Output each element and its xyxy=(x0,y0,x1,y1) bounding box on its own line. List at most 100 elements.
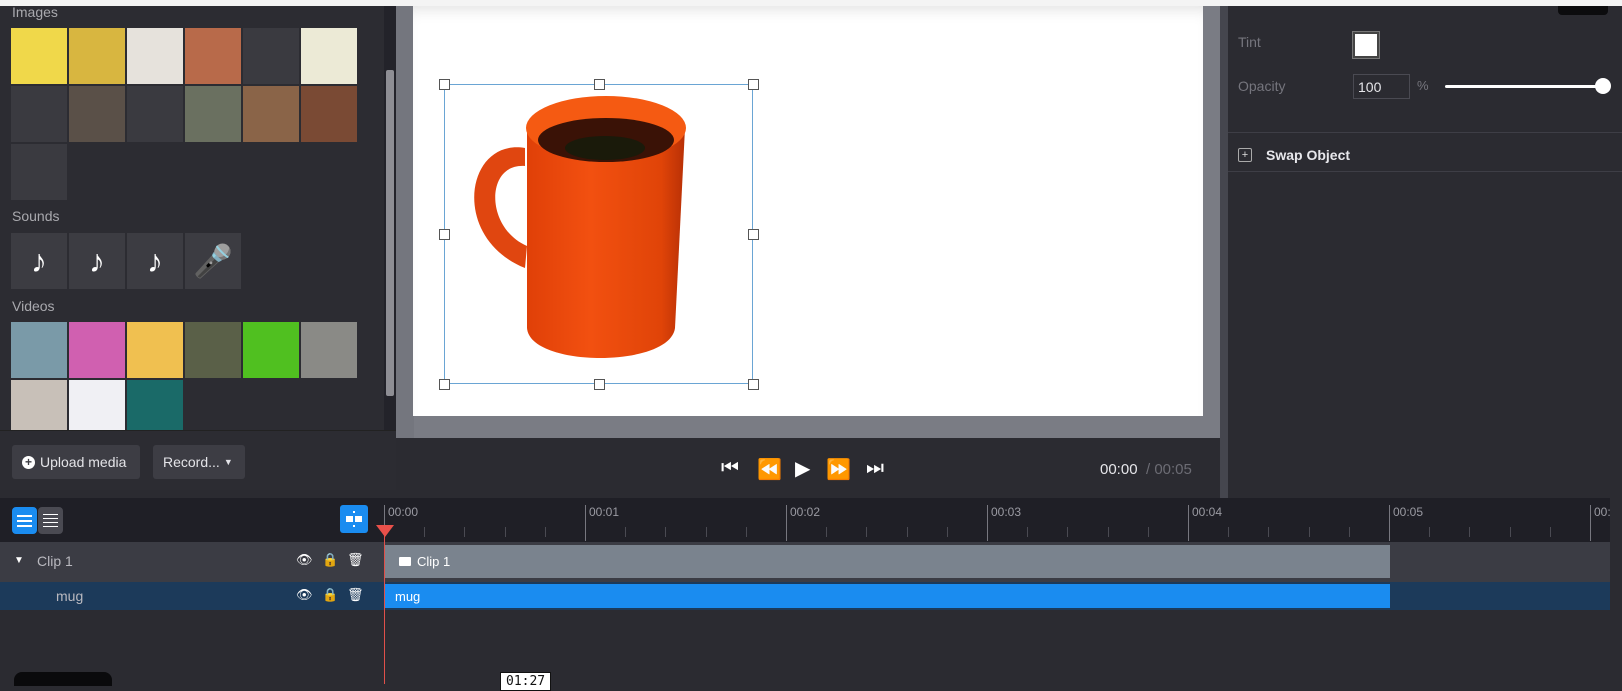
trash-icon[interactable]: 🗑 xyxy=(347,552,364,568)
eye-icon[interactable]: 👁 xyxy=(296,587,313,603)
media-thumb-coffee-cup[interactable] xyxy=(127,28,183,84)
ruler-tick xyxy=(1067,527,1069,537)
resize-handle[interactable] xyxy=(748,379,759,390)
rewind-icon[interactable]: ⏪ xyxy=(757,457,782,482)
resize-handle[interactable] xyxy=(593,79,605,90)
sounds-grid: ♪ ♪ ♪ 🎤 xyxy=(11,233,357,289)
media-thumb-video-statue[interactable] xyxy=(11,322,67,378)
playhead-line[interactable] xyxy=(384,525,385,684)
media-scrollbar-thumb[interactable] xyxy=(386,70,394,396)
folder-icon xyxy=(399,557,411,566)
media-thumb-sound-2[interactable]: ♪ xyxy=(69,233,125,289)
tint-label: Tint xyxy=(1238,34,1261,50)
media-thumb-laughing-women[interactable] xyxy=(185,28,241,84)
playhead-handle[interactable] xyxy=(376,525,394,537)
play-icon[interactable]: ▶ xyxy=(795,456,810,481)
sounds-heading: Sounds xyxy=(12,208,60,224)
resize-handle[interactable] xyxy=(748,79,759,90)
media-thumb-surprised-man[interactable] xyxy=(243,86,299,142)
media-thumb-video-street[interactable] xyxy=(301,322,357,378)
media-thumb-duckling[interactable] xyxy=(69,28,125,84)
divider xyxy=(1228,132,1622,133)
current-time: 00:00 xyxy=(1100,461,1138,478)
ruler-tick xyxy=(705,527,707,537)
swap-object-toggle[interactable]: + Swap Object xyxy=(1238,147,1350,163)
ruler-tick xyxy=(946,527,948,537)
collapse-caret-icon[interactable]: ▼ xyxy=(14,555,24,566)
record-dropdown-button[interactable]: Record... ▼ xyxy=(153,445,245,479)
eye-icon[interactable]: 👁 xyxy=(296,552,313,568)
media-panel: Images Sounds ♪ ♪ ♪ 🎤 Videos xyxy=(0,6,396,443)
opacity-input[interactable] xyxy=(1353,74,1410,99)
media-footer: + Upload media Record... ▼ xyxy=(0,430,396,490)
media-thumb-sound-3[interactable]: ♪ xyxy=(127,233,183,289)
clip-bar-mug[interactable]: mug xyxy=(385,584,1390,608)
compact-view-button[interactable] xyxy=(38,507,63,534)
upload-media-label: Upload media xyxy=(40,454,127,470)
ruler-tick xyxy=(1348,527,1350,537)
ruler-tick xyxy=(1549,527,1551,537)
track-label-mug: mug xyxy=(56,588,84,604)
expanded-view-button[interactable] xyxy=(12,507,37,534)
ruler-tick xyxy=(504,527,506,537)
resize-handle[interactable] xyxy=(439,379,450,390)
clip-bar-label: Clip 1 xyxy=(417,554,451,569)
media-thumb-hand-writing[interactable] xyxy=(301,28,357,84)
ruler-tick xyxy=(424,527,426,537)
resize-handle[interactable] xyxy=(593,379,605,390)
media-thumb-rubber-stamp[interactable] xyxy=(301,86,357,142)
resize-handle[interactable] xyxy=(748,229,759,240)
videos-grid xyxy=(11,322,357,430)
media-thumb-holly[interactable] xyxy=(243,28,299,84)
media-thumb-video-teal[interactable] xyxy=(127,380,183,430)
lock-icon[interactable]: 🔒 xyxy=(322,552,338,568)
tint-color-swatch[interactable] xyxy=(1352,31,1380,59)
lock-icon[interactable]: 🔒 xyxy=(322,587,338,603)
fast-forward-icon[interactable]: ⏩ xyxy=(826,457,851,482)
media-thumb-video-pink[interactable] xyxy=(69,322,125,378)
trash-icon[interactable]: 🗑 xyxy=(347,587,364,603)
media-thumb-video-piano[interactable] xyxy=(11,380,67,430)
media-thumb-video-forest[interactable] xyxy=(185,322,241,378)
resize-handle[interactable] xyxy=(439,229,450,240)
ruler-label: 00:01 xyxy=(585,505,619,541)
media-thumb-orange-mug[interactable] xyxy=(127,86,183,142)
ruler-tick xyxy=(1469,527,1471,537)
upload-media-button[interactable]: + Upload media xyxy=(12,445,140,479)
opacity-label: Opacity xyxy=(1238,78,1286,94)
ruler-tick xyxy=(1308,527,1310,537)
media-thumb-weather-sun-cloud[interactable] xyxy=(11,144,67,200)
media-thumb-desk-scene[interactable] xyxy=(185,86,241,142)
ruler-tick xyxy=(1147,527,1149,537)
opacity-slider-knob[interactable] xyxy=(1595,78,1611,94)
resize-handle[interactable] xyxy=(439,79,450,90)
ruler-label: 00:03 xyxy=(987,505,1021,541)
ruler-tick xyxy=(1429,527,1431,537)
media-thumb-sound-1[interactable]: ♪ xyxy=(11,233,67,289)
ruler-tick xyxy=(665,527,667,537)
time-tooltip: 01:27 xyxy=(500,672,552,691)
media-thumb-video-yellow[interactable] xyxy=(127,322,183,378)
media-thumb-video-screen[interactable] xyxy=(69,380,125,430)
media-thumb-pop-art-woman[interactable] xyxy=(11,28,67,84)
skip-to-start-icon[interactable]: ⏮ xyxy=(721,457,739,480)
expand-plus-icon: + xyxy=(1238,148,1252,162)
opacity-unit: % xyxy=(1417,78,1429,93)
clip-bar-clip-1[interactable]: Clip 1 xyxy=(385,545,1390,578)
ruler-label: 00:02 xyxy=(786,505,820,541)
media-thumb-office-interior[interactable] xyxy=(69,86,125,142)
snap-icon xyxy=(346,511,362,527)
opacity-slider[interactable] xyxy=(1445,85,1603,88)
ruler-tick xyxy=(544,527,546,537)
media-thumb-video-green[interactable] xyxy=(243,322,299,378)
videos-heading: Videos xyxy=(12,298,55,314)
ruler-tick xyxy=(906,527,908,537)
skip-to-end-icon[interactable]: ⏭ xyxy=(866,457,884,480)
track-label-clip-1: Clip 1 xyxy=(37,553,73,569)
snap-toggle-button[interactable] xyxy=(340,505,368,533)
selection-box[interactable] xyxy=(444,84,753,384)
media-thumb-moo-logo[interactable] xyxy=(11,86,67,142)
ruler-label: 00:05 xyxy=(1389,505,1423,541)
media-thumb-microphone[interactable]: 🎤 xyxy=(185,233,241,289)
ruler-tick xyxy=(1228,527,1230,537)
